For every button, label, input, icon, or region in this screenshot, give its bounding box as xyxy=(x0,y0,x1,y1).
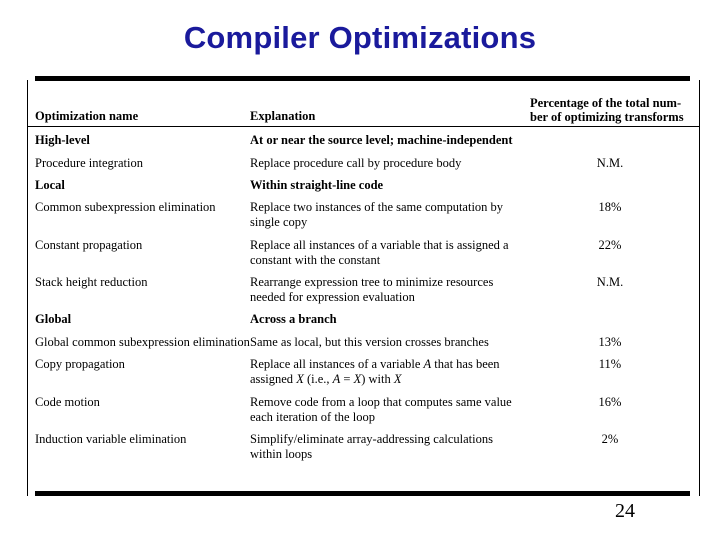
cell-optimization-name: Code motion xyxy=(35,394,100,409)
table-row: Global common subexpression elimination S… xyxy=(28,327,699,350)
table-row: Code motion Remove code from a loop that … xyxy=(28,387,699,425)
column-header-percentage-line1: Percentage of the total num- xyxy=(530,96,682,110)
table-row: Constant propagation Replace all instance… xyxy=(28,230,699,268)
table-row: Induction variable elimination Simplify/e… xyxy=(28,424,699,462)
table-row: Local Within straight-line code xyxy=(28,171,699,193)
column-header-percentage-line2: ber of optimizing transforms xyxy=(530,110,684,124)
table-top-rule xyxy=(35,76,690,81)
cell-optimization-name: Stack height reduction xyxy=(35,275,148,290)
column-header-explanation: Explanation xyxy=(250,109,316,123)
cell-explanation: Remove code from a loop that computes sa… xyxy=(250,394,512,424)
cell-percentage: 2% xyxy=(601,432,619,447)
table-row: Common subexpression elimination Replace … xyxy=(28,192,699,230)
cell-percentage: 11% xyxy=(598,357,622,372)
table-row: Stack height reduction Rearrange expressi… xyxy=(28,267,699,305)
cell-explanation: Within straight-line code xyxy=(250,177,384,192)
table-row: Copy propagation Replace all instances of… xyxy=(28,349,699,387)
table-bottom-rule xyxy=(35,491,690,496)
cell-explanation: Replace procedure call by procedure body xyxy=(250,155,462,170)
page-title: Compiler Optimizations xyxy=(183,20,537,55)
cell-explanation: Same as local, but this version crosses … xyxy=(250,334,489,349)
cell-percentage: 22% xyxy=(598,237,622,252)
cell-explanation: Rearrange expression tree to minimize re… xyxy=(250,275,494,304)
cell-explanation: Across a branch xyxy=(250,311,337,326)
optimizations-table: Optimization name Explanation Percentage… xyxy=(27,76,700,496)
table-row: High-level At or near the source level; m… xyxy=(28,126,699,148)
cell-optimization-name: High-level xyxy=(35,133,90,147)
cell-explanation: Simplify/eliminate array-addressing calc… xyxy=(250,432,493,461)
cell-percentage: 16% xyxy=(598,394,622,409)
cell-optimization-name: Local xyxy=(35,177,65,192)
cell-percentage: N.M. xyxy=(596,155,624,170)
table-row: Procedure integration Replace procedure c… xyxy=(28,148,699,171)
cell-percentage: N.M. xyxy=(596,275,624,290)
cell-optimization-name: Constant propagation xyxy=(35,237,143,252)
cell-explanation: Replace all instances of a variable that… xyxy=(250,237,509,267)
cell-optimization-name: Procedure integration xyxy=(35,155,143,170)
cell-optimization-name: Global xyxy=(35,311,72,326)
table-header-row: Optimization name Explanation Percentage… xyxy=(28,82,699,126)
cell-explanation: Replace all instances of a variable A th… xyxy=(250,357,500,386)
cell-explanation: Replace two instances of the same comput… xyxy=(250,200,504,229)
table-row: Global Across a branch xyxy=(28,305,699,327)
cell-optimization-name: Common subexpression elimination xyxy=(35,200,216,215)
column-header-optimization-name: Optimization name xyxy=(35,109,139,123)
column-header-percentage: Percentage of the total num- ber of opti… xyxy=(528,96,696,124)
cell-optimization-name: Copy propagation xyxy=(35,357,125,372)
table-body: High-level At or near the source level; m… xyxy=(28,126,699,462)
cell-optimization-name: Global common subexpression elimination xyxy=(35,334,250,349)
slide-number: 24 xyxy=(615,500,635,522)
cell-explanation: At or near the source level; machine-ind… xyxy=(250,133,513,147)
cell-percentage: 13% xyxy=(598,334,622,349)
cell-optimization-name: Induction variable elimination xyxy=(35,432,187,447)
table-right-border xyxy=(699,80,700,496)
cell-percentage: 18% xyxy=(598,200,622,215)
